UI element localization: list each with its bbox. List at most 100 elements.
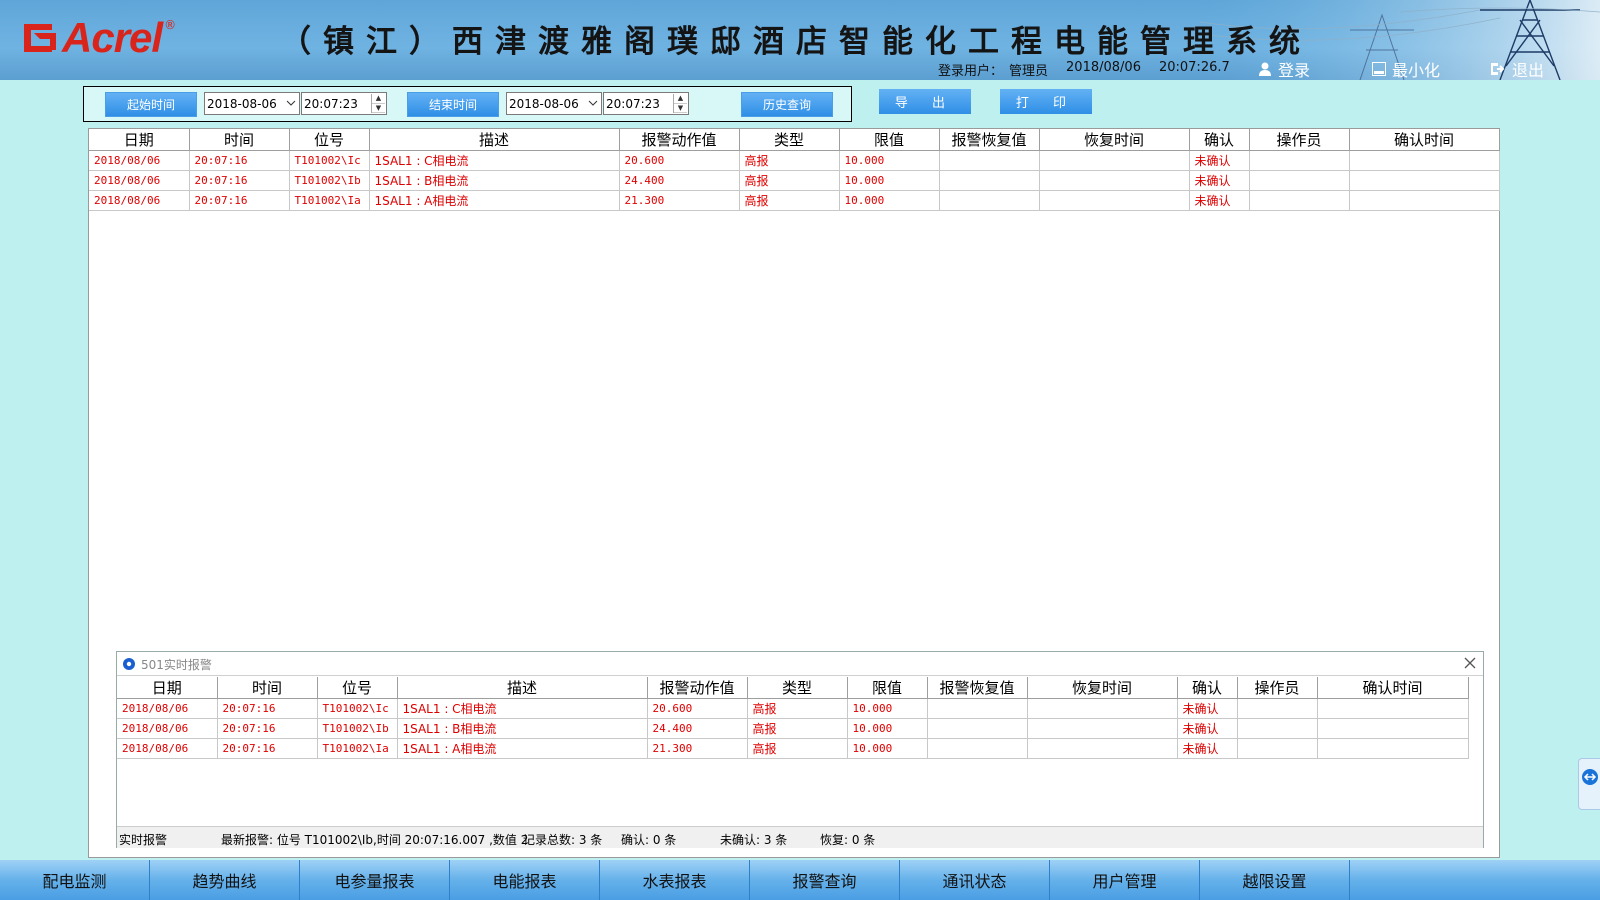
login-user-name: 管理员 (1009, 64, 1049, 79)
cell-operator (1249, 190, 1350, 211)
column-header[interactable]: 操作员 (1249, 129, 1350, 151)
nav-trend-curve[interactable]: 趋势曲线 (150, 860, 300, 900)
column-header[interactable]: 确认时间 (1317, 677, 1469, 699)
start-date-value: 2018-08-06 (207, 96, 277, 111)
registered-mark: ® (164, 18, 177, 32)
column-header[interactable]: 位号 (289, 129, 370, 151)
end-time-button[interactable]: 结束时间 (407, 92, 499, 117)
user-info-bar: 登录用户： 管理员 2018/08/06 20:07:26.7 (938, 60, 1248, 79)
end-time-value: 20:07:23 (606, 96, 660, 111)
realtime-alarm-titlebar[interactable]: 501实时报警 (117, 652, 1483, 676)
column-header[interactable]: 确认 (1177, 677, 1238, 699)
table-row[interactable]: 2018/08/06 20:07:16 T101002\Ic 1SAL1 : C… (89, 150, 1500, 171)
column-header[interactable]: 日期 (89, 129, 190, 151)
chevron-down-icon[interactable] (286, 97, 296, 109)
exit-button[interactable]: 退出 (1490, 58, 1544, 80)
cell-confirm-time (1317, 698, 1469, 719)
end-time-spin-buttons[interactable]: ▲ ▼ (673, 94, 687, 113)
cell-type: 高报 (747, 718, 848, 739)
cell-date: 2018/08/06 (89, 150, 190, 171)
column-header[interactable]: 日期 (117, 677, 218, 699)
table-row[interactable]: 2018/08/06 20:07:16 T101002\Ic 1SAL1 : C… (117, 698, 1469, 719)
column-header[interactable]: 类型 (747, 677, 848, 699)
nav-power-monitoring[interactable]: 配电监测 (0, 860, 150, 900)
start-time-value: 20:07:23 (304, 96, 358, 111)
history-query-button[interactable]: 历史查询 (741, 92, 833, 117)
cell-description: 1SAL1 : C相电流 (369, 150, 620, 171)
column-header[interactable]: 限值 (839, 129, 940, 151)
export-button[interactable]: 导 出 (879, 89, 971, 114)
cell-time: 20:07:16 (217, 698, 318, 719)
bottom-navigation: 配电监测 趋势曲线 电参量报表 电能报表 水表报表 报警查询 通讯状态 用户管理… (0, 860, 1600, 900)
status-latest-alarm: 最新报警: 位号 T101002\Ib,时间 20:07:16.007 ,数值 … (221, 833, 529, 847)
cell-limit: 10.000 (839, 190, 940, 211)
spin-up-icon[interactable]: ▲ (372, 94, 385, 104)
minimize-button[interactable]: 最小化 (1372, 58, 1440, 80)
cell-alarm-value: 21.300 (619, 190, 740, 211)
end-time-spinner[interactable]: 20:07:23 ▲ ▼ (603, 92, 689, 115)
spin-down-icon[interactable]: ▼ (674, 104, 687, 113)
nav-water-meter-report[interactable]: 水表报表 (600, 860, 750, 900)
nav-electric-param-report[interactable]: 电参量报表 (300, 860, 450, 900)
status-confirmed: 确认: 0 条 (621, 833, 677, 847)
cell-confirm-time (1317, 718, 1469, 739)
column-header[interactable]: 报警恢复值 (927, 677, 1028, 699)
nav-limit-settings[interactable]: 越限设置 (1200, 860, 1350, 900)
column-header[interactable]: 恢复时间 (1027, 677, 1178, 699)
table-row[interactable]: 2018/08/06 20:07:16 T101002\Ia 1SAL1 : A… (117, 738, 1469, 759)
column-header[interactable]: 报警恢复值 (939, 129, 1040, 151)
column-header[interactable]: 类型 (739, 129, 840, 151)
cell-limit: 10.000 (839, 170, 940, 191)
column-header[interactable]: 确认 (1189, 129, 1250, 151)
status-total: 记录总数: 3 条 (523, 833, 603, 847)
start-time-spin-buttons[interactable]: ▲ ▼ (371, 94, 385, 113)
column-header[interactable]: 描述 (397, 677, 648, 699)
nav-alarm-query[interactable]: 报警查询 (750, 860, 900, 900)
query-bar: 起始时间 2018-08-06 20:07:23 ▲ ▼ 结束时间 2018-08… (83, 86, 852, 122)
column-header[interactable]: 位号 (317, 677, 398, 699)
table-row[interactable]: 2018/08/06 20:07:16 T101002\Ia 1SAL1 : A… (89, 190, 1500, 211)
start-time-button[interactable]: 起始时间 (105, 92, 197, 117)
cell-recover-value (939, 170, 1040, 191)
nav-energy-report[interactable]: 电能报表 (450, 860, 600, 900)
column-header[interactable]: 恢复时间 (1039, 129, 1190, 151)
exit-icon (1491, 63, 1505, 75)
cell-date: 2018/08/06 (117, 698, 218, 719)
nav-communication-status[interactable]: 通讯状态 (900, 860, 1050, 900)
table-header-row: 日期 时间 位号 描述 报警动作值 类型 限值 报警恢复值 恢复时间 确认 操作… (89, 129, 1500, 151)
chevron-down-icon[interactable] (588, 97, 598, 109)
column-header[interactable]: 时间 (217, 677, 318, 699)
table-row[interactable]: 2018/08/06 20:07:16 T101002\Ib 1SAL1 : B… (89, 170, 1500, 191)
column-header[interactable]: 操作员 (1237, 677, 1318, 699)
cell-tag: T101002\Ic (317, 698, 398, 719)
column-header[interactable]: 确认时间 (1349, 129, 1500, 151)
acrel-logo-icon (24, 24, 56, 52)
cell-description: 1SAL1 : B相电流 (369, 170, 620, 191)
nav-user-management[interactable]: 用户管理 (1050, 860, 1200, 900)
cell-operator (1237, 698, 1318, 719)
start-time-spinner[interactable]: 20:07:23 ▲ ▼ (301, 92, 387, 115)
cell-alarm-value: 24.400 (647, 718, 748, 739)
login-button[interactable]: 登录 (1258, 58, 1310, 80)
side-remote-tab[interactable] (1578, 758, 1600, 810)
column-header[interactable]: 报警动作值 (619, 129, 740, 151)
spin-up-icon[interactable]: ▲ (674, 94, 687, 104)
cell-recover-value (927, 738, 1028, 759)
column-header[interactable]: 描述 (369, 129, 620, 151)
cell-description: 1SAL1 : A相电流 (397, 738, 648, 759)
start-date-picker[interactable]: 2018-08-06 (204, 92, 300, 115)
end-date-picker[interactable]: 2018-08-06 (506, 92, 602, 115)
spin-down-icon[interactable]: ▼ (372, 104, 385, 113)
alarm-history-table: 日期 时间 位号 描述 报警动作值 类型 限值 报警恢复值 恢复时间 确认 操作… (89, 129, 1500, 211)
print-button[interactable]: 打 印 (1000, 89, 1092, 114)
column-header[interactable]: 时间 (189, 129, 290, 151)
cell-operator (1237, 718, 1318, 739)
column-header[interactable]: 限值 (847, 677, 928, 699)
cell-time: 20:07:16 (189, 170, 290, 191)
table-row[interactable]: 2018/08/06 20:07:16 T101002\Ib 1SAL1 : B… (117, 718, 1469, 739)
column-header[interactable]: 报警动作值 (647, 677, 748, 699)
close-icon[interactable] (1463, 656, 1477, 670)
cell-confirm: 未确认 (1177, 698, 1238, 719)
cell-tag: T101002\Ib (317, 718, 398, 739)
status-recovered: 恢复: 0 条 (820, 833, 876, 847)
